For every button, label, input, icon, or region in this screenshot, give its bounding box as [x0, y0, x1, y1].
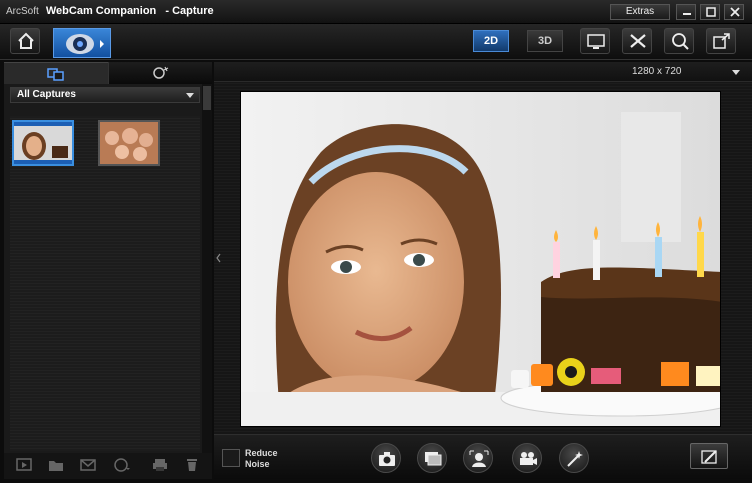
- brand-label: ArcSoft: [6, 6, 39, 17]
- effects-brush-icon: [701, 450, 717, 464]
- email-icon[interactable]: [80, 458, 96, 472]
- burst-capture-button[interactable]: [417, 443, 447, 473]
- main-toolbar: 2D 3D: [0, 24, 752, 60]
- face-tracking-button[interactable]: [463, 443, 493, 473]
- home-button[interactable]: [10, 28, 40, 54]
- close-icon: [730, 7, 740, 17]
- mode-3d-button[interactable]: 3D: [527, 30, 563, 52]
- record-video-button[interactable]: [512, 443, 542, 473]
- extras-button[interactable]: Extras: [610, 4, 670, 20]
- photo-thumbnail-image: [100, 122, 158, 164]
- capture-actions-bar: [4, 453, 212, 479]
- video-thumbnail-image: [14, 122, 72, 164]
- tools-icon: [630, 34, 646, 48]
- capture-thumbnail-photo[interactable]: [98, 120, 160, 166]
- scrollbar-thumb[interactable]: [203, 86, 211, 110]
- tab-captures[interactable]: [4, 62, 108, 84]
- burst-photos-icon: [425, 452, 442, 466]
- mode-2d-button[interactable]: 2D: [473, 30, 509, 52]
- webcam-tab[interactable]: [53, 28, 111, 58]
- title-bar: ArcSoft WebCam Companion - Capture Extra…: [0, 0, 752, 24]
- reduce-noise-label: Reduce Noise: [245, 448, 278, 470]
- webcam-feed-image: [241, 92, 720, 426]
- thumbnail-list: [10, 116, 200, 451]
- capture-photo-button[interactable]: [371, 443, 401, 473]
- resolution-bar: 1280 x 720: [214, 62, 752, 82]
- capture-control-bar: Reduce Noise: [214, 434, 752, 479]
- reduce-noise-checkbox[interactable]: [222, 449, 240, 467]
- minimize-icon: [683, 13, 691, 15]
- thumbnail-scrollbar[interactable]: [202, 84, 212, 453]
- resolution-dropdown-icon[interactable]: [732, 70, 740, 75]
- monitor-icon: [587, 34, 605, 49]
- capture-thumbnail-video[interactable]: [12, 120, 74, 166]
- resolution-selector[interactable]: 1280 x 720: [632, 66, 682, 77]
- monitor-button[interactable]: [580, 28, 610, 54]
- maximize-button[interactable]: [700, 4, 720, 20]
- settings-button[interactable]: [622, 28, 652, 54]
- webcam-settings-button[interactable]: [664, 28, 694, 54]
- capture-filter-value: All Captures: [17, 89, 76, 100]
- share-button[interactable]: [706, 28, 736, 54]
- slideshow-icon[interactable]: [16, 458, 32, 472]
- captures-icon: [47, 68, 64, 81]
- video-camera-icon: [520, 452, 537, 465]
- effects-panel-button[interactable]: [690, 443, 728, 469]
- chevron-down-icon: [186, 93, 194, 98]
- trash-icon[interactable]: [184, 458, 200, 472]
- app-name: WebCam Companion: [45, 5, 157, 17]
- home-icon: [18, 32, 34, 49]
- face-tracking-icon: [469, 450, 489, 467]
- collapse-arrow-icon: [216, 253, 221, 263]
- effects-icon: [153, 66, 169, 79]
- webcam-preview[interactable]: [240, 91, 721, 427]
- magic-wand-icon: [567, 451, 583, 467]
- mode-title: - Capture: [165, 5, 214, 17]
- share-icon: [713, 33, 730, 49]
- camera-icon: [379, 452, 395, 466]
- collapse-panel-handle[interactable]: [214, 248, 224, 268]
- camera-search-icon: [672, 33, 689, 50]
- upload-icon[interactable]: [114, 458, 130, 472]
- close-button[interactable]: [724, 4, 744, 20]
- folder-icon[interactable]: [48, 458, 64, 472]
- window-title: ArcSoft WebCam Companion - Capture: [6, 5, 214, 17]
- webcam-icon: [66, 34, 104, 54]
- reduce-noise-label-line2: Noise: [245, 459, 270, 469]
- minimize-button[interactable]: [676, 4, 696, 20]
- maximize-icon: [706, 7, 716, 17]
- magic-effect-button[interactable]: [559, 443, 589, 473]
- print-icon[interactable]: [152, 458, 168, 472]
- capture-filter-dropdown[interactable]: All Captures: [10, 87, 200, 103]
- reduce-noise-label-line1: Reduce: [245, 448, 278, 458]
- capture-browser-panel: All Captures: [4, 62, 212, 453]
- tab-effects[interactable]: [108, 62, 212, 84]
